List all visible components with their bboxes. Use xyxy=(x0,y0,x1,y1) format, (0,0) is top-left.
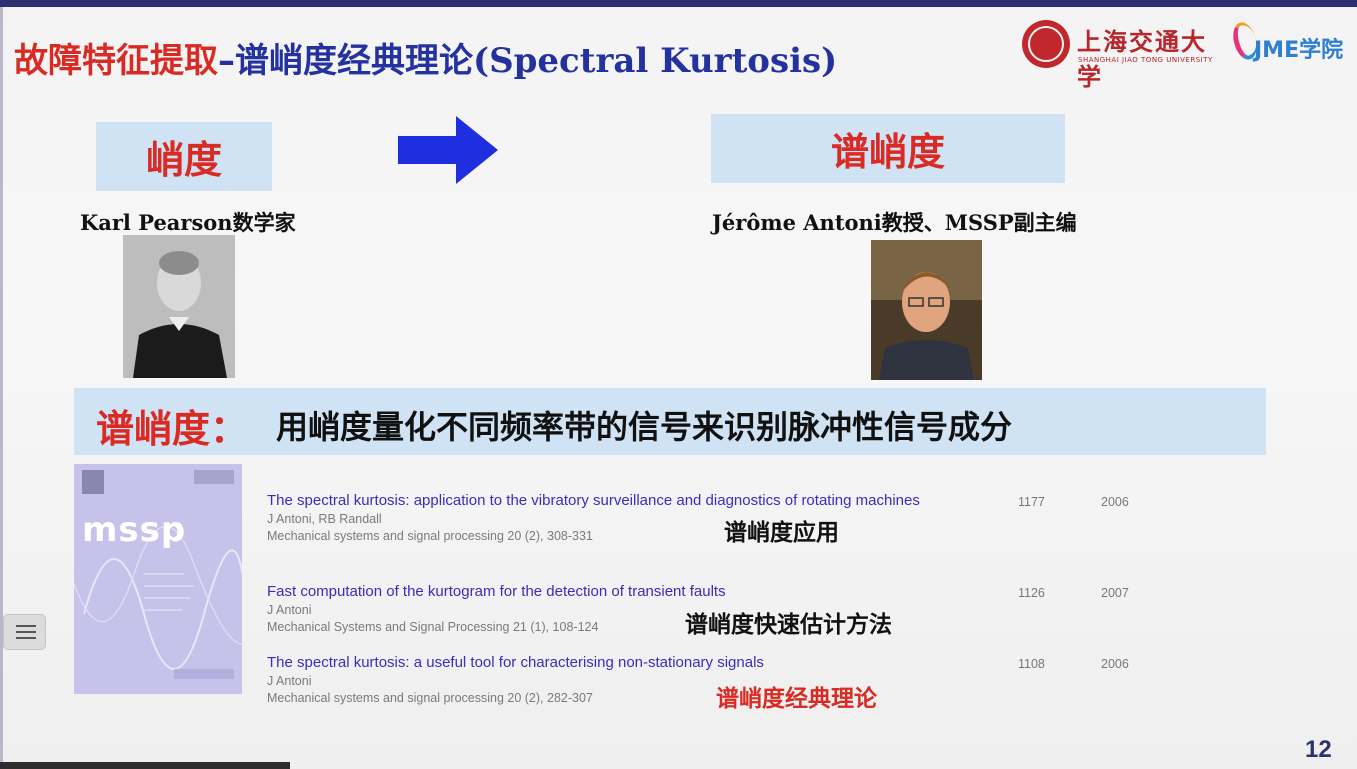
pearson-caption: Karl Pearson数学家 xyxy=(80,210,296,235)
title-dash: – xyxy=(218,41,235,81)
pearson-portrait xyxy=(123,235,235,378)
definition-text: 用峭度量化不同频率带的信号来识别脉冲性信号成分 xyxy=(276,408,1013,446)
publication-title-link[interactable]: The spectral kurtosis: a useful tool for… xyxy=(267,653,967,673)
pearson-photo xyxy=(123,235,235,378)
citation-count[interactable]: 1108 xyxy=(1018,657,1045,671)
citation-count[interactable]: 1177 xyxy=(1018,495,1045,509)
antoni-caption: Jérôme Antoni教授、MSSP副主编 xyxy=(712,210,1077,235)
journal-cover: mssp xyxy=(74,464,242,694)
publication-source: Mechanical systems and signal processing… xyxy=(267,529,593,543)
list-menu-icon xyxy=(16,631,36,633)
definition-bar: 谱峭度： 用峭度量化不同频率带的信号来识别脉冲性信号成分 xyxy=(74,388,1266,455)
cover-wave-graphic xyxy=(74,525,242,679)
citation-count[interactable]: 1126 xyxy=(1018,586,1045,600)
publication-title-link[interactable]: Fast computation of the kurtogram for th… xyxy=(267,582,967,602)
publication-year: 2006 xyxy=(1101,657,1129,671)
antoni-portrait xyxy=(871,240,982,380)
sjtu-seal-icon xyxy=(1022,20,1070,68)
jme-name: JME学院 xyxy=(1254,38,1344,63)
list-menu-icon xyxy=(16,637,36,639)
right-arrow-icon xyxy=(398,116,498,184)
annotation-note: 谱峭度快速估计方法 xyxy=(685,612,892,638)
annotation-note: 谱峭度应用 xyxy=(724,520,839,546)
left-border xyxy=(0,7,3,769)
title-part-red: 故障特征提取 xyxy=(14,41,218,81)
title-part-blue: 谱峭度经典理论 xyxy=(235,41,473,81)
slide-title: 故障特征提取–谱峭度经典理论(Spectral Kurtosis) xyxy=(14,36,837,86)
publication-year: 2006 xyxy=(1101,495,1129,509)
publication-title-link[interactable]: The spectral kurtosis: application to th… xyxy=(267,491,967,511)
definition-label: 谱峭度： xyxy=(96,407,249,451)
antoni-photo xyxy=(871,240,982,380)
jme-logo: JME学院 xyxy=(1229,18,1352,70)
list-menu-icon xyxy=(16,625,36,627)
sjtu-logo: 上海交通大学 SHANGHAI JIAO TONG UNIVERSITY xyxy=(1022,20,1222,91)
page-number: 12 xyxy=(1305,736,1332,763)
annotation-note-highlight: 谱峭度经典理论 xyxy=(716,686,877,712)
publication-item: The spectral kurtosis: application to th… xyxy=(267,491,967,545)
journal-logo: mssp xyxy=(82,510,187,550)
kurtosis-box: 峭度 xyxy=(96,122,272,191)
publication-authors: J Antoni, RB Randall xyxy=(267,512,382,526)
spectral-kurtosis-label: 谱峭度 xyxy=(830,130,945,174)
title-part-english: (Spectral Kurtosis) xyxy=(473,41,838,81)
slide: 故障特征提取–谱峭度经典理论(Spectral Kurtosis) 上海交通大学… xyxy=(0,0,1357,769)
sjtu-name-en: SHANGHAI JIAO TONG UNIVERSITY xyxy=(1078,56,1213,64)
top-bar xyxy=(0,0,1357,7)
progress-strip xyxy=(0,762,290,769)
spectral-kurtosis-box: 谱峭度 xyxy=(711,114,1065,183)
list-menu-button[interactable] xyxy=(3,614,46,650)
publication-year: 2007 xyxy=(1101,586,1129,600)
kurtosis-label: 峭度 xyxy=(145,138,222,182)
